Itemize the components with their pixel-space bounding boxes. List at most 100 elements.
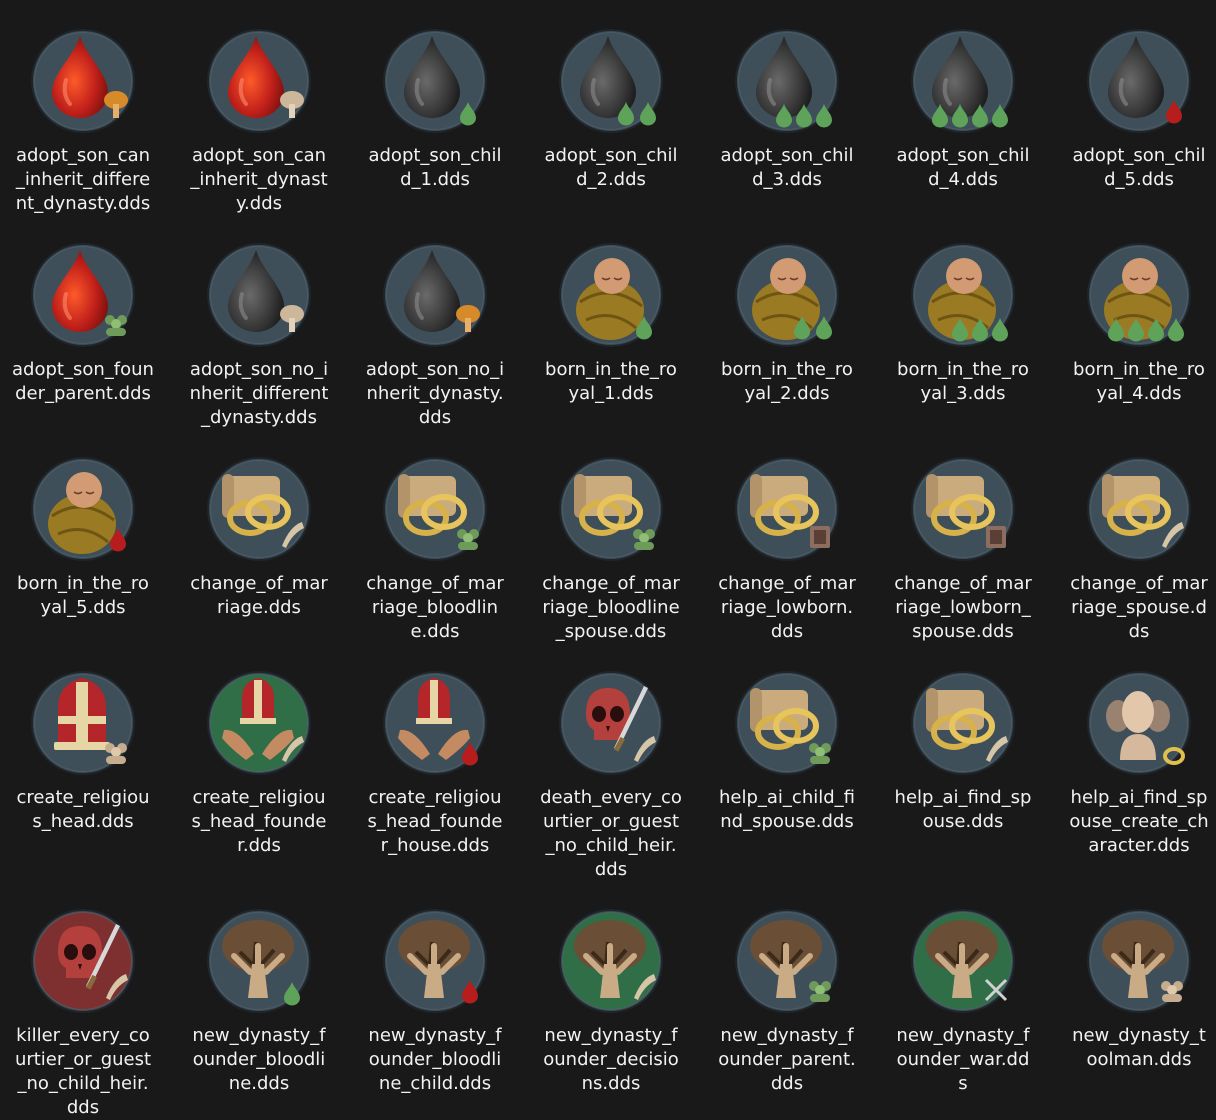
file-name-label: adopt_son_child_4.dds [896,145,1030,190]
file-item[interactable]: adopt_son_no_inherit_dynasty.dds [355,240,515,430]
file-name-label: adopt_son_child_5.dds [1072,145,1206,190]
baby-icon [28,454,138,564]
mitre-hands-icon [204,668,314,778]
file-item[interactable]: adopt_son_child_1.dds [355,26,515,192]
file-item[interactable]: born_in_the_royal_3.dds [883,240,1043,406]
black-drop-icon [908,26,1018,136]
file-item[interactable]: new_dynasty_founder_decisions.dds [531,906,691,1096]
black-drop-icon [556,26,666,136]
file-grid: adopt_son_can_inherit_different_dynasty.… [0,0,1216,1118]
file-item[interactable]: help_ai_child_find_spouse.dds [707,668,867,834]
file-item[interactable]: change_of_marriage_bloodline.dds [355,454,515,644]
file-item[interactable]: adopt_son_child_3.dds [707,26,867,192]
file-item[interactable]: new_dynasty_founder_bloodline_child.dds [355,906,515,1096]
red-drop-icon [28,240,138,350]
file-item[interactable]: change_of_marriage_lowborn.dds [707,454,867,644]
file-item[interactable]: new_dynasty_founder_war.dds [883,906,1043,1096]
file-name-label: change_of_marriage_lowborn_spouse.dds [894,573,1032,642]
tree-icon [204,906,314,1016]
tree-icon [732,906,842,1016]
file-name-label: help_ai_find_spouse_create_character.dds [1069,787,1209,856]
file-item[interactable]: help_ai_find_spouse_create_character.dds [1059,668,1216,858]
baby-icon [556,240,666,350]
file-name-label: born_in_the_royal_3.dds [897,359,1029,404]
file-name-label: change_of_marriage.dds [190,573,328,618]
rings-scroll-icon [204,454,314,564]
red-drop-icon [28,26,138,136]
file-item[interactable]: adopt_son_can_inherit_dynasty.dds [179,26,339,216]
file-name-label: help_ai_child_find_spouse.dds [718,787,855,832]
file-item[interactable]: change_of_marriage_lowborn_spouse.dds [883,454,1043,644]
mitre-hands-icon [380,668,490,778]
black-drop-icon [1084,26,1194,136]
file-name-label: born_in_the_royal_2.dds [721,359,853,404]
file-item[interactable]: change_of_marriage.dds [179,454,339,620]
skull-dagger-icon [28,906,138,1016]
file-item[interactable]: born_in_the_royal_1.dds [531,240,691,406]
file-item[interactable]: adopt_son_child_2.dds [531,26,691,192]
file-item[interactable]: change_of_marriage_bloodline_spouse.dds [531,454,691,644]
black-drop-icon [732,26,842,136]
file-name-label: adopt_son_child_3.dds [720,145,854,190]
file-name-label: adopt_son_no_inherit_different_dynasty.d… [189,359,329,428]
tree-icon [556,906,666,1016]
file-name-label: born_in_the_royal_5.dds [17,573,149,618]
tree-icon [908,906,1018,1016]
file-item[interactable]: adopt_son_no_inherit_different_dynasty.d… [179,240,339,430]
file-item[interactable]: born_in_the_royal_2.dds [707,240,867,406]
black-drop-icon [380,26,490,136]
file-name-label: new_dynasty_founder_decisions.dds [543,1025,679,1094]
file-name-label: new_dynasty_founder_bloodline.dds [192,1025,326,1094]
file-name-label: help_ai_find_spouse.dds [894,787,1032,832]
file-name-label: adopt_son_can_inherit_different_dynasty.… [15,145,151,214]
file-item[interactable]: new_dynasty_toolman.dds [1059,906,1216,1072]
file-name-label: born_in_the_royal_1.dds [545,359,677,404]
tree-icon [1084,906,1194,1016]
rings-scroll-icon [380,454,490,564]
file-name-label: adopt_son_child_2.dds [544,145,678,190]
file-name-label: create_religious_head_founder_house.dds [367,787,503,856]
file-item[interactable]: adopt_son_child_5.dds [1059,26,1216,192]
file-item[interactable]: death_every_courtier_or_guest_no_child_h… [531,668,691,882]
file-item[interactable]: born_in_the_royal_4.dds [1059,240,1216,406]
rings-scroll-icon [908,668,1018,778]
file-name-label: create_religious_head.dds [16,787,150,832]
file-item[interactable]: create_religious_head.dds [3,668,163,834]
file-name-label: change_of_marriage_bloodline_spouse.dds [542,573,680,642]
baby-icon [908,240,1018,350]
file-item[interactable]: change_of_marriage_spouse.dds [1059,454,1216,644]
file-name-label: new_dynasty_founder_parent.dds [718,1025,856,1094]
file-name-label: adopt_son_child_1.dds [368,145,502,190]
file-item[interactable]: new_dynasty_founder_parent.dds [707,906,867,1096]
file-name-label: adopt_son_founder_parent.dds [12,359,154,404]
baby-icon [732,240,842,350]
skull-dagger-icon [556,668,666,778]
busts-icon [1084,668,1194,778]
file-name-label: killer_every_courtier_or_guest_no_child_… [14,1025,152,1118]
file-item[interactable]: create_religious_head_founder.dds [179,668,339,858]
file-name-label: new_dynasty_founder_bloodline_child.dds [368,1025,502,1094]
tree-icon [380,906,490,1016]
rings-scroll-icon [732,668,842,778]
file-item[interactable]: adopt_son_founder_parent.dds [3,240,163,406]
file-item[interactable]: adopt_son_child_4.dds [883,26,1043,192]
file-name-label: change_of_marriage_bloodline.dds [366,573,504,642]
file-item[interactable]: help_ai_find_spouse.dds [883,668,1043,834]
mitre-icon [28,668,138,778]
rings-scroll-icon [732,454,842,564]
rings-scroll-icon [908,454,1018,564]
file-item[interactable]: create_religious_head_founder_house.dds [355,668,515,858]
file-name-label: death_every_courtier_or_guest_no_child_h… [540,787,682,880]
file-item[interactable]: born_in_the_royal_5.dds [3,454,163,620]
file-item[interactable]: adopt_son_can_inherit_different_dynasty.… [3,26,163,216]
file-name-label: new_dynasty_toolman.dds [1072,1025,1206,1070]
file-item[interactable]: killer_every_courtier_or_guest_no_child_… [3,906,163,1120]
rings-scroll-icon [1084,454,1194,564]
baby-icon [1084,240,1194,350]
black-drop-icon [380,240,490,350]
file-name-label: change_of_marriage_lowborn.dds [718,573,856,642]
file-name-label: born_in_the_royal_4.dds [1073,359,1205,404]
rings-scroll-icon [556,454,666,564]
file-item[interactable]: new_dynasty_founder_bloodline.dds [179,906,339,1096]
file-name-label: new_dynasty_founder_war.dds [896,1025,1030,1094]
